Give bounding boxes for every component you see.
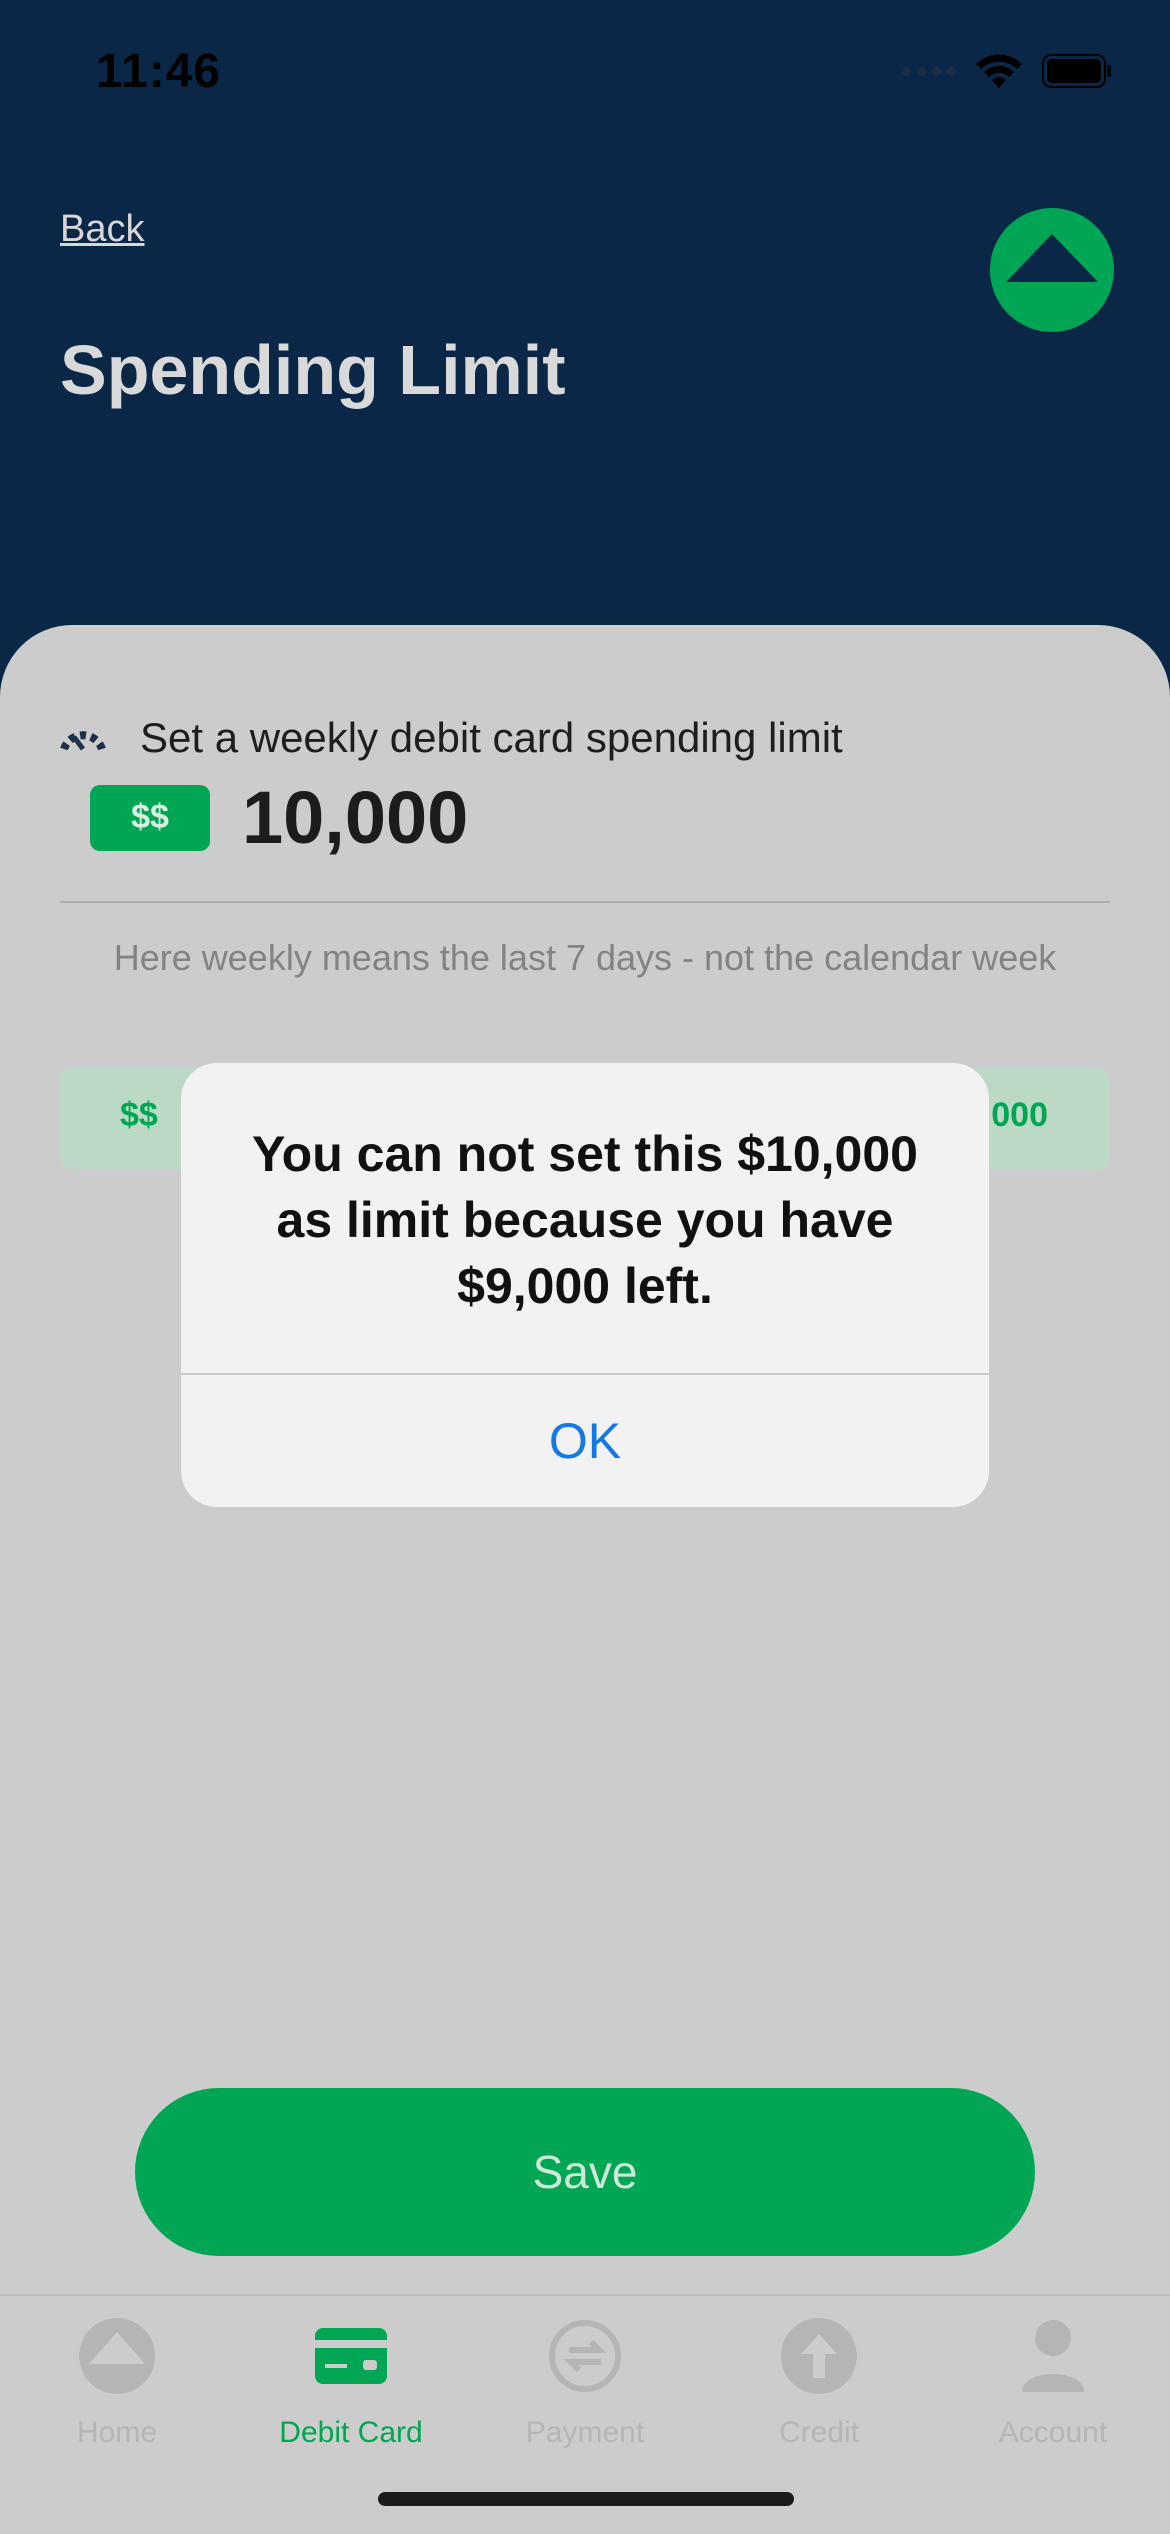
status-icons bbox=[902, 52, 1112, 90]
tab-debit-card[interactable]: Debit Card bbox=[234, 2316, 468, 2450]
tab-home[interactable]: Home bbox=[0, 2316, 234, 2450]
tab-credit[interactable]: Credit bbox=[702, 2316, 936, 2450]
brand-logo-icon bbox=[990, 208, 1114, 332]
status-time: 11:46 bbox=[96, 45, 222, 98]
arrow-up-icon bbox=[779, 2316, 859, 2396]
back-link[interactable]: Back bbox=[60, 208, 144, 251]
tab-label: Account bbox=[998, 2416, 1108, 2449]
content-sheet: Set a weekly debit card spending limit $… bbox=[0, 625, 1170, 2532]
currency-badge: $$ bbox=[90, 784, 210, 851]
alert-dialog: You can not set this $10,000 as limit be… bbox=[181, 1063, 989, 1507]
tab-label: Payment bbox=[525, 2416, 645, 2449]
person-icon bbox=[1013, 2316, 1093, 2396]
home-logo-icon bbox=[77, 2316, 157, 2396]
limit-amount-input[interactable]: 10,000 bbox=[242, 775, 468, 860]
tab-payment[interactable]: Payment bbox=[468, 2316, 702, 2450]
header: 11:46 Back Spending Limit bbox=[0, 0, 1170, 700]
page-title: Spending Limit bbox=[60, 331, 566, 409]
gauge-icon bbox=[56, 711, 110, 765]
battery-icon bbox=[1042, 54, 1112, 88]
tab-label: Debit Card bbox=[279, 2416, 423, 2449]
alert-ok-button[interactable]: OK bbox=[181, 1375, 989, 1507]
transfer-icon bbox=[545, 2316, 625, 2396]
signal-icon bbox=[902, 66, 956, 76]
save-button[interactable]: Save bbox=[135, 2088, 1035, 2256]
tab-account[interactable]: Account bbox=[936, 2316, 1170, 2450]
tab-label: Credit bbox=[778, 2416, 860, 2449]
amount-row[interactable]: $$ 10,000 bbox=[90, 775, 468, 860]
wifi-icon bbox=[974, 52, 1024, 90]
preset-left-label: $$ bbox=[120, 1096, 158, 1134]
limit-label: Set a weekly debit card spending limit bbox=[140, 714, 843, 761]
preset-right-label: 000 bbox=[991, 1096, 1048, 1134]
limit-label-row: Set a weekly debit card spending limit bbox=[56, 711, 843, 765]
alert-message: You can not set this $10,000 as limit be… bbox=[252, 1126, 918, 1314]
tab-label: Home bbox=[76, 2416, 158, 2449]
hint-text: Here weekly means the last 7 days - not … bbox=[113, 937, 1057, 978]
home-indicator[interactable] bbox=[378, 2492, 794, 2506]
card-icon bbox=[311, 2316, 391, 2396]
divider bbox=[60, 901, 1110, 903]
